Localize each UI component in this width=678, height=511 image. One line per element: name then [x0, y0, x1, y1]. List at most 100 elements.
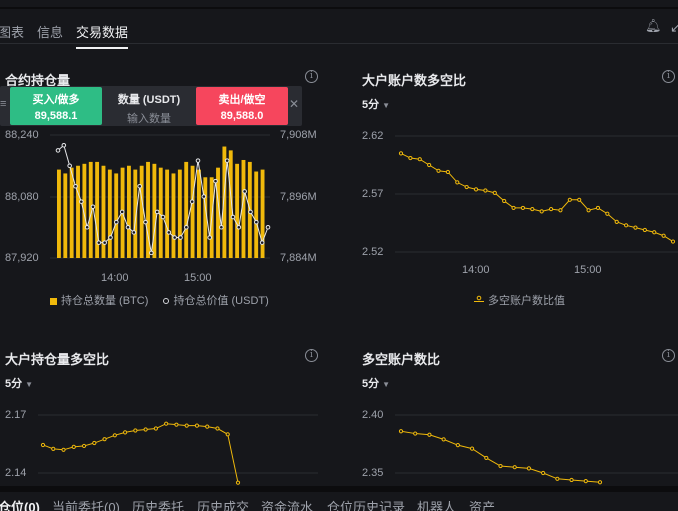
tab-assets[interactable]: 资产 [469, 497, 495, 511]
data-point [652, 230, 657, 235]
series-line [400, 152, 674, 242]
data-point [633, 225, 638, 230]
data-point [498, 463, 503, 469]
data-point [71, 444, 76, 449]
data-point [469, 446, 475, 451]
data-point [597, 480, 603, 485]
data-point [143, 219, 148, 225]
data-point [230, 214, 236, 220]
data-point [102, 437, 107, 442]
tab-open-orders[interactable]: 当前委托(0) [52, 497, 120, 511]
data-point [123, 430, 128, 435]
data-point [96, 240, 102, 245]
data-point [670, 239, 676, 244]
data-point [207, 235, 212, 240]
data-point [455, 443, 460, 448]
data-point [441, 437, 446, 442]
data-point [464, 184, 469, 190]
bar [107, 169, 112, 258]
data-point [661, 233, 666, 238]
data-point [242, 189, 247, 194]
data-point [112, 433, 117, 438]
data-point [90, 204, 96, 210]
data-point [184, 423, 189, 428]
series-line [400, 430, 601, 483]
data-point [520, 205, 526, 211]
data-point [526, 466, 532, 471]
data-point [484, 455, 489, 461]
legend-marker [476, 295, 482, 301]
bar [165, 169, 170, 258]
charts-canvas [38, 134, 678, 485]
data-point [143, 427, 148, 432]
data-point [164, 421, 169, 426]
data-point [427, 162, 432, 168]
tab-bots[interactable]: 机器人 [417, 497, 456, 511]
data-point [189, 199, 195, 204]
data-point [61, 447, 66, 452]
bar [254, 171, 259, 258]
data-point [219, 224, 224, 230]
data-point [61, 142, 67, 148]
data-point [539, 209, 544, 214]
tab-order-history[interactable]: 历史委托 [132, 497, 184, 511]
bar [171, 173, 176, 258]
tab-trade-history[interactable]: 历史成交 [197, 497, 249, 511]
data-point [166, 230, 172, 235]
data-point [160, 214, 166, 220]
data-point [133, 428, 138, 433]
tab-transaction-history[interactable]: 资金流水 [261, 497, 313, 511]
data-point [236, 224, 242, 230]
data-point [605, 211, 610, 216]
series-line [42, 423, 239, 483]
data-point [84, 224, 90, 230]
data-point [51, 446, 56, 451]
data-point [455, 180, 460, 185]
data-point [102, 240, 107, 245]
data-point [548, 206, 554, 212]
data-point [67, 163, 72, 169]
data-point [194, 423, 200, 428]
data-point [153, 426, 158, 431]
bar [63, 173, 68, 258]
bottom-tab-bar: 仓位(0) 当前委托(0) 历史委托 历史成交 资金流水 仓位历史记录 机器人 … [0, 486, 678, 511]
data-point [125, 224, 131, 230]
data-point [215, 426, 220, 431]
data-point [530, 206, 535, 212]
data-point [114, 219, 119, 225]
data-point [73, 183, 78, 189]
bar [76, 165, 80, 258]
data-point [108, 235, 113, 240]
data-point [398, 429, 404, 434]
bar [57, 169, 61, 258]
data-point [40, 442, 46, 448]
data-point [149, 250, 154, 256]
bar [139, 165, 144, 258]
data-point [259, 240, 265, 245]
data-point [413, 431, 418, 436]
bar [114, 173, 119, 258]
data-point [555, 476, 560, 481]
data-point [614, 219, 619, 224]
data-point [567, 197, 572, 202]
data-point [624, 223, 629, 228]
data-point [154, 209, 160, 215]
data-point [81, 443, 87, 449]
data-point [184, 224, 189, 230]
data-point [642, 227, 647, 233]
data-point [595, 205, 601, 211]
tab-position-history[interactable]: 仓位历史记录 [327, 497, 405, 511]
data-point [131, 230, 137, 235]
data-point [512, 465, 517, 470]
bar [158, 167, 163, 258]
data-point [502, 198, 507, 204]
data-point [119, 209, 125, 215]
tab-positions[interactable]: 仓位(0) [0, 497, 40, 511]
data-point [92, 440, 97, 446]
data-point [473, 187, 479, 192]
data-point [225, 432, 230, 437]
data-point [224, 158, 230, 163]
data-point [569, 477, 574, 483]
data-point [427, 432, 432, 437]
bar [235, 163, 240, 258]
